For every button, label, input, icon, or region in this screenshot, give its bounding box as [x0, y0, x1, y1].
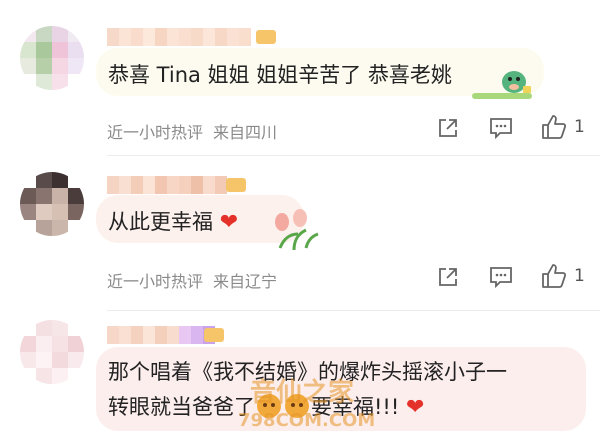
comment-time: 近一小时热评 — [107, 272, 204, 291]
comment-meta: 近一小时热评 来自辽宁 — [107, 268, 277, 292]
comment-icon — [490, 118, 512, 139]
thumbs-up-icon — [542, 264, 567, 288]
share-button[interactable] — [437, 117, 459, 139]
username[interactable] — [107, 28, 251, 46]
like-count: 1 — [574, 266, 585, 286]
tulip-sticker-icon — [275, 209, 319, 251]
username[interactable] — [107, 326, 215, 344]
share-icon — [439, 119, 457, 137]
comment-location: 来自四川 — [213, 123, 278, 142]
thumbs-up-icon — [542, 115, 567, 139]
watermark-url: 798COM.COM — [238, 410, 376, 431]
avatar[interactable] — [20, 320, 84, 384]
comment-text: 从此更幸福 ❤ — [108, 210, 239, 235]
share-button[interactable] — [437, 266, 459, 288]
avatar[interactable] — [20, 172, 84, 236]
dinosaur-sticker-icon — [472, 71, 532, 99]
username[interactable] — [107, 176, 227, 194]
comment-meta: 近一小时热评 来自四川 — [107, 119, 277, 143]
comment-text: 恭喜 Tina 姐姐 姐姐辛苦了 恭喜老姚 — [108, 63, 452, 87]
like-button[interactable] — [541, 263, 567, 289]
comment-icon — [490, 267, 512, 288]
comment-2: 从此更幸福 ❤ 近一小时热评 来自辽宁 1 — [0, 150, 600, 310]
comment-location: 来自辽宁 — [213, 272, 278, 291]
user-level-badge — [256, 30, 276, 44]
user-level-badge — [226, 178, 246, 192]
reply-button[interactable] — [489, 266, 513, 288]
user-level-badge — [204, 328, 224, 342]
share-icon — [439, 268, 457, 286]
comment-1: 恭喜 Tina 姐姐 姐姐辛苦了 恭喜老姚 近一小时热评 来自四川 1 — [0, 0, 600, 150]
heart-emoji-icon: ❤ — [405, 395, 425, 420]
watermark-logo: 音仙之家 — [250, 378, 355, 408]
like-count: 1 — [574, 117, 585, 137]
avatar[interactable] — [20, 26, 84, 90]
comment-time: 近一小时热评 — [107, 123, 204, 142]
reply-button[interactable] — [489, 117, 513, 139]
like-button[interactable] — [541, 114, 567, 140]
heart-emoji-icon: ❤ — [219, 210, 239, 235]
